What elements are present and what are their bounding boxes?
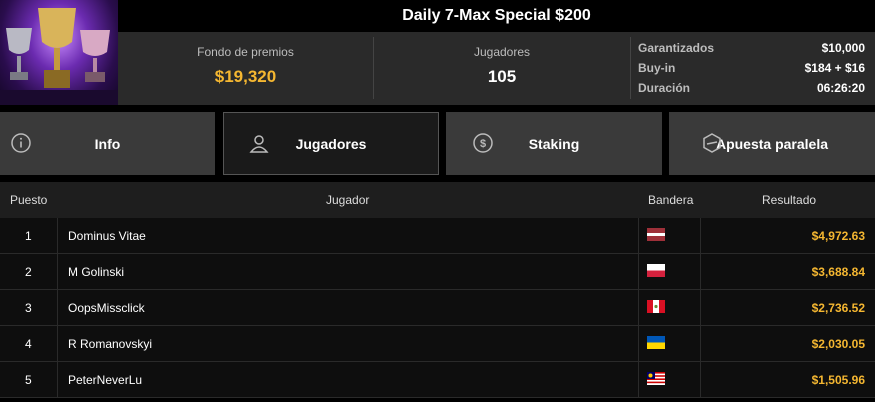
trophy-image	[0, 0, 118, 105]
row-result: $3,688.84	[811, 265, 865, 279]
detail-duration: Duración 06:26:20	[638, 78, 865, 98]
column-divider	[57, 326, 58, 361]
table-row[interactable]: 1 Dominus Vitae $4,972.63	[0, 218, 875, 254]
tournament-details: Garantizados $10,000 Buy-in $184 + $16 D…	[638, 38, 865, 98]
table-row[interactable]: 5 PeterNeverLu $1,505.96	[0, 362, 875, 398]
column-divider	[638, 362, 639, 397]
side-bet-icon	[703, 133, 721, 153]
tournament-header: Daily 7-Max Special $200 Fondo de premio…	[0, 0, 875, 105]
row-result: $2,030.05	[811, 337, 865, 351]
user-icon	[249, 135, 269, 153]
detail-value: 06:26:20	[816, 81, 865, 95]
column-divider	[700, 326, 701, 361]
poland-flag-icon	[647, 264, 665, 277]
info-icon	[11, 133, 31, 153]
column-flag: Bandera	[648, 193, 694, 207]
detail-key: Buy-in	[638, 61, 676, 75]
column-divider	[57, 254, 58, 289]
column-divider	[57, 290, 58, 325]
column-result: Resultado	[762, 193, 817, 207]
column-divider	[638, 218, 639, 253]
detail-guaranteed: Garantizados $10,000	[638, 38, 865, 58]
row-player: M Golinski	[68, 265, 125, 279]
column-divider	[638, 326, 639, 361]
table-row[interactable]: 2 M Golinski $3,688.84	[0, 254, 875, 290]
tab-label: Info	[94, 135, 121, 152]
stats-panel: Fondo de premios $19,320 Jugadores 105 G…	[118, 32, 875, 105]
detail-key: Garantizados	[638, 41, 715, 55]
row-player: PeterNeverLu	[68, 373, 143, 387]
malaysia-flag-icon	[647, 372, 665, 385]
divider	[630, 37, 631, 99]
column-divider	[57, 362, 58, 397]
column-divider	[700, 254, 701, 289]
detail-key: Duración	[638, 81, 691, 95]
column-divider	[638, 254, 639, 289]
row-position: 2	[25, 265, 32, 279]
detail-value: $184 + $16	[804, 61, 865, 75]
latvia-flag-icon	[647, 228, 665, 241]
row-position: 3	[25, 301, 32, 315]
row-result: $4,972.63	[811, 229, 865, 243]
column-divider	[57, 218, 58, 253]
players-value: 105	[487, 67, 517, 86]
prize-pool-value: $19,320	[214, 67, 277, 86]
column-divider	[700, 218, 701, 253]
row-result: $1,505.96	[811, 373, 865, 387]
prize-pool-label: Fondo de premios	[197, 45, 294, 59]
column-divider	[638, 290, 639, 325]
ukraine-flag-icon	[647, 336, 665, 349]
peru-flag-icon	[647, 300, 665, 313]
row-position: 1	[25, 229, 32, 243]
column-position: Puesto	[10, 193, 48, 207]
row-position: 5	[25, 373, 32, 387]
row-player: OopsMissclick	[68, 301, 145, 315]
tab-bar: Info Jugadores $ Staking Apuesta paralel…	[0, 112, 875, 175]
column-divider	[700, 362, 701, 397]
table-row[interactable]: 4 R Romanovskyi $2,030.05	[0, 326, 875, 362]
detail-buyin: Buy-in $184 + $16	[638, 58, 865, 78]
table-row[interactable]: 3 OopsMissclick $2,736.52	[0, 290, 875, 326]
tab-staking[interactable]: $ Staking	[446, 112, 662, 175]
prize-pool: Fondo de premios $19,320	[118, 32, 373, 105]
tab-info[interactable]: Info	[0, 112, 215, 175]
table-header: Puesto Jugador Bandera Resultado	[0, 182, 875, 218]
svg-text:$: $	[480, 138, 486, 150]
row-player: R Romanovskyi	[68, 337, 153, 351]
tab-label: Apuesta paralela	[715, 135, 829, 152]
players-label: Jugadores	[473, 45, 531, 59]
row-result: $2,736.52	[811, 301, 865, 315]
tournament-title: Daily 7-Max Special $200	[118, 0, 875, 32]
row-position: 4	[25, 337, 32, 351]
players-count: Jugadores 105	[374, 32, 630, 105]
results-table: Puesto Jugador Bandera Resultado 1 Domin…	[0, 182, 875, 398]
column-player: Jugador	[326, 193, 370, 207]
tab-players[interactable]: Jugadores	[223, 112, 439, 175]
tab-side-bet[interactable]: Apuesta paralela	[669, 112, 875, 175]
row-player: Dominus Vitae	[68, 229, 146, 243]
column-divider	[700, 290, 701, 325]
detail-value: $10,000	[821, 41, 865, 55]
staking-icon: $	[473, 133, 493, 153]
